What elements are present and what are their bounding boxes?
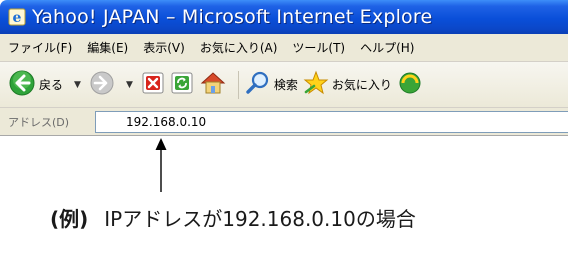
toolbar: 戻る ▼ ▼ 検索 お気に入り (0, 62, 568, 108)
title-bar[interactable]: e Yahoo! JAPAN – Microsoft Internet Expl… (0, 0, 568, 34)
svg-text:e: e (13, 10, 22, 26)
refresh-icon (170, 71, 194, 99)
example-text: IPアドレスが192.168.0.10の場合 (104, 207, 416, 231)
back-arrow-icon (8, 69, 36, 101)
menu-edit[interactable]: 編集(E) (87, 39, 128, 56)
window-title: Yahoo! JAPAN – Microsoft Internet Explor… (32, 6, 433, 28)
page-content: (例) IPアドレスが192.168.0.10の場合 (0, 136, 568, 256)
menu-file[interactable]: ファイル(F) (8, 39, 72, 56)
ie-logo-icon: e (8, 8, 26, 26)
menu-favorites[interactable]: お気に入り(A) (200, 39, 278, 56)
menu-tools[interactable]: ツール(T) (292, 39, 345, 56)
menu-view[interactable]: 表示(V) (143, 39, 185, 56)
example-annotation: (例) IPアドレスが192.168.0.10の場合 (50, 203, 416, 232)
callout-arrow-icon (155, 138, 167, 192)
stop-icon (141, 71, 165, 99)
favorites-label: お気に入り (331, 78, 392, 92)
menu-bar: ファイル(F) 編集(E) 表示(V) お気に入り(A) ツール(T) ヘルプ(… (0, 34, 568, 62)
forward-dropdown-icon[interactable]: ▼ (126, 80, 133, 90)
address-bar: アドレス(D) 192.168.0.10 (0, 108, 568, 136)
favorites-button[interactable]: お気に入り (303, 68, 392, 102)
address-input[interactable]: 192.168.0.10 (95, 111, 568, 133)
forward-arrow-icon (89, 70, 115, 100)
refresh-button[interactable] (170, 68, 194, 102)
media-icon (397, 70, 423, 100)
search-button[interactable]: 検索 (245, 68, 298, 102)
back-dropdown-icon[interactable]: ▼ (74, 80, 81, 90)
menu-help[interactable]: ヘルプ(H) (360, 39, 414, 56)
search-magnifier-icon (245, 70, 271, 100)
media-button[interactable] (397, 68, 423, 102)
toolbar-separator (237, 70, 239, 99)
back-button[interactable]: 戻る (8, 68, 63, 102)
search-label: 検索 (273, 78, 298, 92)
address-label: アドレス(D) (8, 115, 70, 129)
stop-button[interactable] (141, 68, 165, 102)
favorites-star-icon (303, 70, 329, 100)
example-prefix: (例) (50, 207, 89, 231)
home-button[interactable] (199, 68, 227, 102)
forward-button[interactable] (89, 68, 115, 102)
home-icon (199, 69, 227, 101)
back-label: 戻る (39, 78, 64, 92)
